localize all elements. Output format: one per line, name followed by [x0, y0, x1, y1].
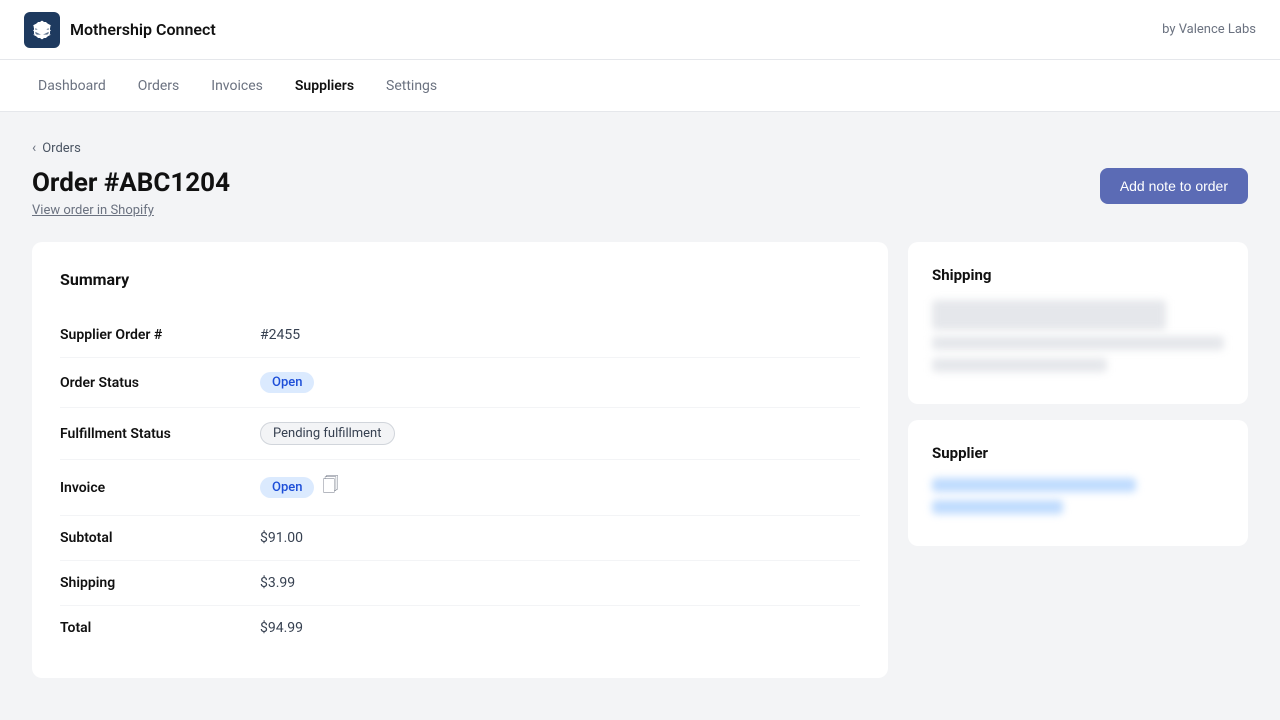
row-label-supplier-order: Supplier Order #: [60, 327, 260, 343]
row-label-invoice: Invoice: [60, 480, 260, 496]
right-column: Shipping Supplier: [908, 242, 1248, 546]
nav-item-suppliers[interactable]: Suppliers: [281, 70, 368, 102]
add-note-button[interactable]: Add note to order: [1100, 168, 1248, 204]
order-status-badge: Open: [260, 372, 314, 393]
row-value-fulfillment-status: Pending fulfillment: [260, 422, 395, 445]
row-value-subtotal: $91.00: [260, 530, 303, 546]
table-row: Subtotal $91.00: [60, 516, 860, 561]
shopify-link[interactable]: View order in Shopify: [32, 203, 154, 218]
row-label-shipping: Shipping: [60, 575, 260, 591]
nav-item-dashboard[interactable]: Dashboard: [24, 70, 120, 102]
table-row: Supplier Order # #2455: [60, 313, 860, 358]
table-row: Invoice Open 🗍: [60, 460, 860, 516]
page-title-row: Order #ABC1204 View order in Shopify Add…: [32, 168, 1248, 218]
page-title-left: Order #ABC1204 View order in Shopify: [32, 168, 230, 218]
table-row: Shipping $3.99: [60, 561, 860, 606]
top-header: Mothership Connect by Valence Labs: [0, 0, 1280, 60]
nav-item-settings[interactable]: Settings: [372, 70, 451, 102]
shipping-card-title: Shipping: [932, 266, 1224, 284]
page-title: Order #ABC1204: [32, 168, 230, 198]
row-value-invoice: Open 🗍: [260, 474, 338, 501]
logo-svg: [31, 19, 53, 41]
invoice-status-badge: Open: [260, 477, 314, 498]
shipping-address-line1: [932, 300, 1166, 330]
row-label-total: Total: [60, 620, 260, 636]
row-value-supplier-order: #2455: [260, 327, 300, 343]
back-chevron-icon: ‹: [32, 140, 36, 156]
table-row: Order Status Open: [60, 358, 860, 408]
summary-title: Summary: [60, 270, 860, 289]
table-row: Fulfillment Status Pending fulfillment: [60, 408, 860, 460]
breadcrumb-link: Orders: [42, 141, 81, 156]
shipping-card: Shipping: [908, 242, 1248, 404]
main-layout: Summary Supplier Order # #2455 Order Sta…: [32, 242, 1248, 678]
nav-item-orders[interactable]: Orders: [124, 70, 194, 102]
shipping-address-line3: [932, 358, 1107, 372]
row-label-subtotal: Subtotal: [60, 530, 260, 546]
document-icon[interactable]: 🗍: [322, 474, 338, 501]
row-label-order-status: Order Status: [60, 375, 260, 391]
app-title: Mothership Connect: [70, 20, 216, 39]
row-value-shipping: $3.99: [260, 575, 295, 591]
row-value-order-status: Open: [260, 372, 314, 393]
page-content: ‹ Orders Order #ABC1204 View order in Sh…: [0, 112, 1280, 706]
logo-area: Mothership Connect: [24, 12, 216, 48]
row-label-fulfillment-status: Fulfillment Status: [60, 426, 260, 442]
app-logo-icon: [24, 12, 60, 48]
row-value-total: $94.99: [260, 620, 303, 636]
fulfillment-status-badge: Pending fulfillment: [260, 422, 395, 445]
table-row: Total $94.99: [60, 606, 860, 650]
breadcrumb[interactable]: ‹ Orders: [32, 140, 1248, 156]
supplier-card: Supplier: [908, 420, 1248, 546]
nav-item-invoices[interactable]: Invoices: [197, 70, 277, 102]
nav-bar: Dashboard Orders Invoices Suppliers Sett…: [0, 60, 1280, 112]
by-label: by Valence Labs: [1162, 22, 1256, 37]
supplier-name-line2: [932, 500, 1063, 514]
shipping-address-line2: [932, 336, 1224, 350]
summary-card: Summary Supplier Order # #2455 Order Sta…: [32, 242, 888, 678]
supplier-name-line1: [932, 478, 1136, 492]
supplier-card-title: Supplier: [932, 444, 1224, 462]
